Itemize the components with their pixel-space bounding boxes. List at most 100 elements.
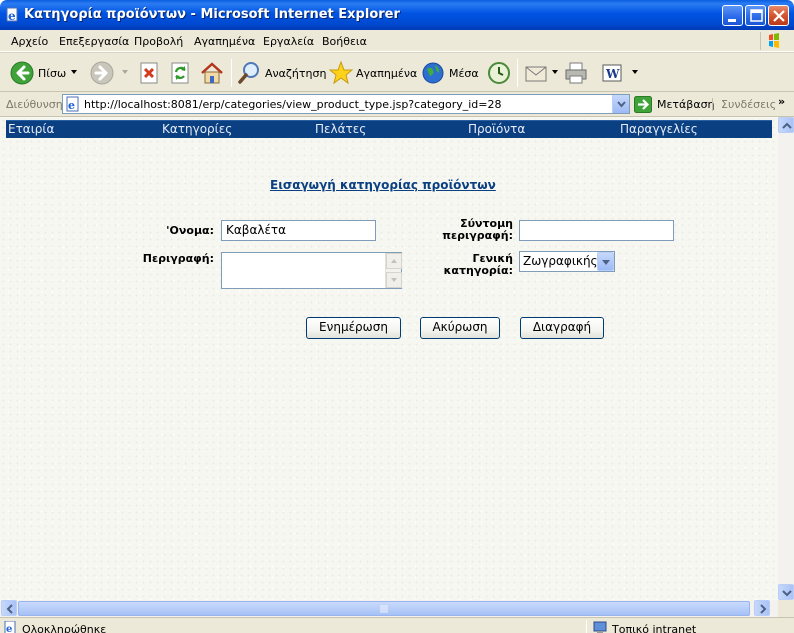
menu-view[interactable]: Προβολή [134,35,183,48]
address-dropdown-button[interactable] [612,95,629,113]
textarea-scroll-up-icon[interactable] [386,253,402,269]
back-label[interactable]: Πίσω [38,67,66,80]
address-url: http://localhost:8081/erp/categories/vie… [84,98,502,111]
page-done-icon: e [4,621,16,633]
scroll-left-button[interactable] [1,600,17,616]
grip-icon [380,605,388,613]
chevron-down-icon[interactable] [597,252,614,271]
mail-icon[interactable] [524,60,550,86]
menu-bar: Αρχείο Επεξεργασία Προβολή Αγαπημένα Εργ… [0,30,794,52]
home-icon[interactable] [199,60,225,86]
textarea-scrollbar[interactable] [385,253,402,288]
refresh-icon[interactable] [170,60,192,86]
links-label[interactable]: Συνδέσεις [712,98,776,111]
textarea-scroll-down-icon[interactable] [386,272,402,288]
windows-logo-icon [760,32,786,50]
intranet-zone-icon [593,621,607,633]
history-icon[interactable] [486,60,512,86]
toolbar-separator [517,59,518,87]
menu-help[interactable]: Βοήθεια [322,35,367,48]
status-text: Ολοκληρώθηκε [22,623,107,633]
window-title: Κατηγορία προϊόντων - Microsoft Internet… [24,7,400,22]
svg-text:e: e [8,9,16,23]
back-arrow-icon[interactable] [9,60,35,86]
name-input[interactable]: Καβαλέτα [221,220,376,241]
minimize-button[interactable] [722,5,743,26]
chevron-left-icon [6,604,13,614]
status-separator [586,620,587,633]
general-category-label-line2: κατηγορία: [443,264,513,277]
forward-dropdown-arrow[interactable] [122,70,128,74]
site-nav-bar: Εταιρία Κατηγορίες Πελάτες Προϊόντα Παρα… [6,120,772,138]
description-label: Περιγραφή: [142,252,214,265]
horizontal-scroll-thumb[interactable] [18,601,750,616]
maximize-icon [750,9,763,22]
status-bar: e Ολοκληρώθηκε Τοπικό intranet [0,617,794,633]
favorites-star-icon[interactable] [328,60,354,86]
nav-orders[interactable]: Παραγγελίες [620,122,698,136]
cancel-button[interactable]: Ακύρωση [420,317,500,339]
address-input[interactable]: e http://localhost:8081/erp/categories/v… [62,94,630,114]
short-description-label: Σύντομη περιγραφή: [420,218,513,242]
address-bar: Διεύθυνση e http://localhost:8081/erp/ca… [0,92,794,117]
name-input-value: Καβαλέτα [226,223,287,237]
close-button[interactable] [768,5,789,26]
title-bar[interactable]: e Κατηγορία προϊόντων - Microsoft Intern… [0,0,794,30]
media-label[interactable]: Μέσα [449,67,479,80]
menu-edit[interactable]: Επεξεργασία [59,35,129,48]
description-textarea[interactable] [221,252,402,289]
stop-icon[interactable] [139,60,161,86]
nav-categories[interactable]: Κατηγορίες [162,122,232,136]
name-label: 'Ονομα: [166,224,214,237]
menu-favorites[interactable]: Αγαπημένα [194,35,255,48]
mail-dropdown-arrow[interactable] [552,70,558,74]
media-globe-icon[interactable] [421,60,447,86]
search-icon[interactable] [237,60,263,86]
maximize-button[interactable] [745,5,766,26]
go-arrow-icon[interactable] [634,96,652,113]
toolbar-chevron[interactable]: » [778,95,785,108]
scroll-down-button[interactable] [778,584,794,600]
minimize-icon [728,19,736,22]
nav-customers[interactable]: Πελάτες [315,122,366,136]
scroll-right-button[interactable] [754,600,770,616]
chevron-up-icon [782,122,792,129]
delete-button[interactable]: Διαγραφή [520,317,604,339]
toolbar-separator [231,59,232,87]
favorites-label[interactable]: Αγαπημένα [356,67,417,80]
forward-arrow-icon[interactable] [89,60,115,86]
chevron-down-icon [782,590,792,597]
address-label: Διεύθυνση [6,98,63,111]
edit-dropdown-arrow[interactable] [632,70,638,74]
vertical-scrollbar[interactable] [778,117,794,600]
horizontal-scrollbar[interactable] [0,600,778,617]
short-description-input[interactable] [519,220,674,241]
general-category-select[interactable]: Ζωγραφικής [519,251,615,272]
scroll-up-button[interactable] [778,117,794,133]
security-zone-text: Τοπικό intranet [612,623,697,633]
page-icon: e [66,96,79,112]
back-dropdown-arrow[interactable] [71,70,77,74]
page-content: Εταιρία Κατηγορίες Πελάτες Προϊόντα Παρα… [0,117,778,600]
svg-text:e: e [68,99,75,112]
scrollbar-corner [778,600,794,617]
general-category-value: Ζωγραφικής [523,254,598,268]
nav-company[interactable]: Εταιρία [8,122,54,136]
edit-word-icon[interactable]: W [601,60,623,86]
search-label[interactable]: Αναζήτηση [265,67,326,80]
menu-file[interactable]: Αρχείο [11,35,48,48]
print-icon[interactable] [563,60,589,86]
go-button-label[interactable]: Μετάβαση [657,98,715,111]
nav-products[interactable]: Προϊόντα [468,122,525,136]
svg-text:W: W [605,67,620,81]
standard-toolbar: Πίσω Αναζήτηση Αγαπημένα Μέσα W [0,52,794,92]
chevron-right-icon [760,604,767,614]
ie-document-icon: e [6,7,18,23]
svg-text:e: e [6,624,12,633]
short-description-label-line2: περιγραφή: [442,229,513,242]
close-icon [773,10,785,22]
page-title: Εισαγωγή κατηγορίας προϊόντων [270,178,496,192]
chevron-down-icon [617,101,626,108]
update-button[interactable]: Ενημέρωση [306,317,401,339]
menu-tools[interactable]: Εργαλεία [263,35,314,48]
